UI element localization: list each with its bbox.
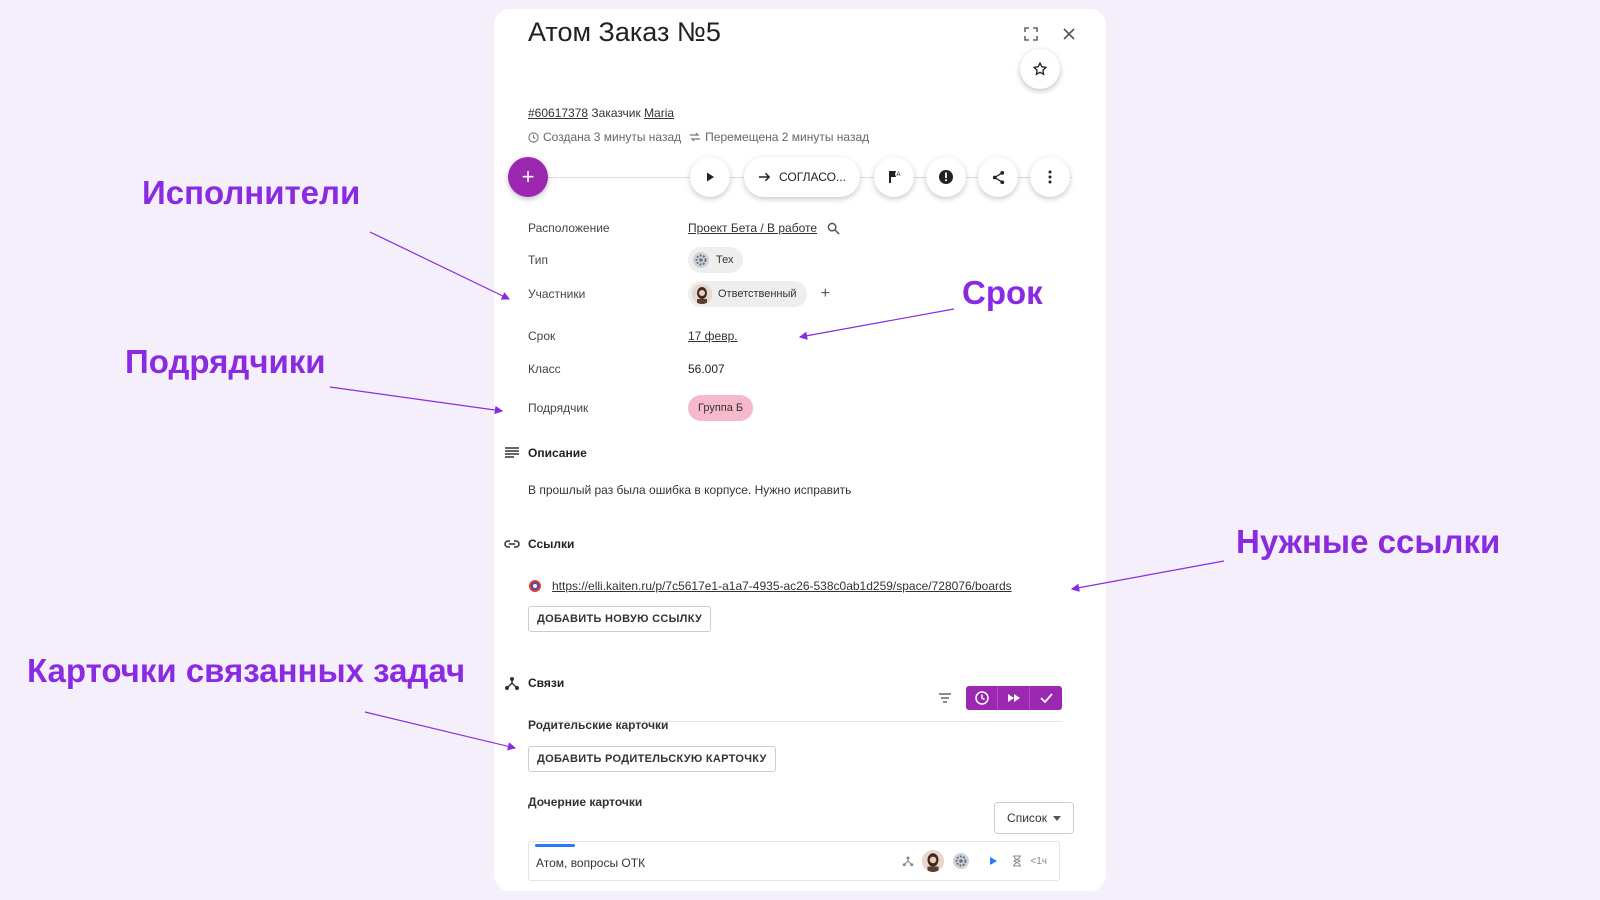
annotation-deadline: Срок [962, 274, 1043, 311]
class-label: Класс [528, 362, 561, 376]
link-icon [504, 540, 520, 548]
transition-label: СОГЛАСО... [779, 170, 846, 184]
member-chip[interactable]: Ответственный [688, 281, 807, 307]
filter-icon[interactable] [938, 692, 952, 704]
type-value: Тех [716, 254, 734, 266]
card-panel: Атом Заказ №5 #60617378 Заказчик Maria С… [494, 9, 1106, 891]
child-card-item[interactable]: Атом, вопросы ОТК <1ч [528, 841, 1060, 881]
links-title: Ссылки [528, 537, 575, 551]
fast-forward-icon[interactable] [998, 686, 1030, 710]
arrow-contractors [329, 386, 504, 415]
child-card-name: Атом, вопросы ОТК [536, 856, 646, 870]
alert-icon [939, 170, 953, 184]
child-play-icon[interactable] [988, 856, 998, 866]
due-label: Срок [528, 329, 556, 343]
type-chip[interactable]: Тех [688, 247, 744, 273]
child-relations-icon [903, 856, 914, 867]
share-button[interactable] [978, 157, 1018, 197]
avatar [692, 284, 712, 304]
due-date-link[interactable]: 17 февр. [688, 329, 738, 343]
arrow-right-icon [758, 172, 771, 182]
add-member-button[interactable]: + [508, 157, 548, 197]
add-member-plus-icon[interactable]: + [821, 285, 830, 303]
search-icon[interactable] [827, 222, 840, 235]
location-label: Расположение [528, 221, 610, 235]
members-label: Участники [528, 287, 586, 301]
share-icon [992, 170, 1004, 184]
card-history: Создана 3 минуты назад Перемещена 2 мину… [528, 130, 869, 144]
play-button[interactable] [690, 157, 730, 197]
children-view-value: Список [1007, 811, 1047, 825]
annotation-related-cards: Карточки связанных задач [27, 652, 466, 689]
transition-button[interactable]: СОГЛАСО... [744, 157, 860, 197]
card-title[interactable]: Атом Заказ №5 [528, 17, 721, 48]
favorite-button[interactable] [1020, 49, 1060, 89]
children-view-select[interactable]: Список [994, 802, 1074, 834]
child-time: <1ч [1030, 855, 1047, 867]
annotation-executors: Исполнители [142, 174, 361, 211]
annotation-contractors: Подрядчики [125, 343, 326, 380]
relations-icon [505, 677, 519, 690]
arrow-related-cards [364, 711, 517, 751]
class-value[interactable]: 56.007 [688, 362, 725, 376]
annotation-links: Нужные ссылки [1236, 523, 1501, 560]
close-icon[interactable] [1058, 23, 1080, 45]
link-url[interactable]: https://elli.kaiten.ru/p/7c5617e1-a1a7-4… [552, 579, 1012, 593]
block-button[interactable]: A [874, 157, 914, 197]
link-item: https://elli.kaiten.ru/p/7c5617e1-a1a7-4… [528, 579, 1012, 593]
customer-name-link[interactable]: Maria [644, 106, 674, 120]
customer-label: Заказчик [591, 106, 641, 120]
contractor-label: Подрядчик [528, 401, 589, 415]
clock-icon [528, 131, 539, 143]
description-title: Описание [528, 446, 587, 460]
member-role: Ответственный [718, 288, 797, 300]
description-icon [505, 447, 519, 458]
add-parent-card-button[interactable]: ДОБАВИТЬ РОДИТЕЛЬСКУЮ КАРТОЧКУ [528, 746, 776, 772]
fullscreen-icon[interactable] [1020, 23, 1042, 45]
star-icon [1032, 61, 1048, 76]
add-link-button[interactable]: ДОБАВИТЬ НОВУЮ ССЫЛКУ [528, 606, 712, 632]
alert-button[interactable] [926, 157, 966, 197]
child-card-progress [535, 844, 575, 847]
created-text: Создана 3 минуты назад [543, 130, 682, 144]
site-favicon-icon [529, 580, 541, 592]
play-icon [707, 172, 714, 182]
description-text[interactable]: В прошлый раз была ошибка в корпусе. Нуж… [528, 483, 851, 497]
card-id-link[interactable]: #60617378 [528, 106, 588, 120]
moved-text: Перемещена 2 минуты назад [705, 130, 870, 144]
svg-text:A: A [897, 172, 901, 178]
location-link[interactable]: Проект Бета / В работе [688, 221, 817, 235]
check-icon[interactable] [1030, 686, 1062, 710]
more-button[interactable] [1030, 157, 1070, 197]
relations-title: Связи [528, 676, 565, 690]
gear-icon [693, 252, 709, 268]
parent-cards-title: Родительские карточки [528, 718, 669, 732]
arrow-executors [369, 231, 511, 300]
child-gear-icon [953, 853, 970, 869]
more-vertical-icon [1048, 170, 1052, 184]
card-meta: #60617378 Заказчик Maria [528, 106, 674, 120]
contractor-chip[interactable]: Группа Б [688, 395, 754, 421]
time-view-icon[interactable] [966, 686, 998, 710]
type-label: Тип [528, 253, 549, 267]
child-avatar [922, 850, 945, 872]
child-cards-title: Дочерние карточки [528, 795, 643, 809]
chevron-down-icon [1052, 815, 1061, 821]
hourglass-icon [1013, 855, 1022, 867]
block-flag-icon: A [889, 171, 901, 183]
relations-view-toggle [966, 686, 1062, 710]
move-icon [690, 132, 701, 142]
